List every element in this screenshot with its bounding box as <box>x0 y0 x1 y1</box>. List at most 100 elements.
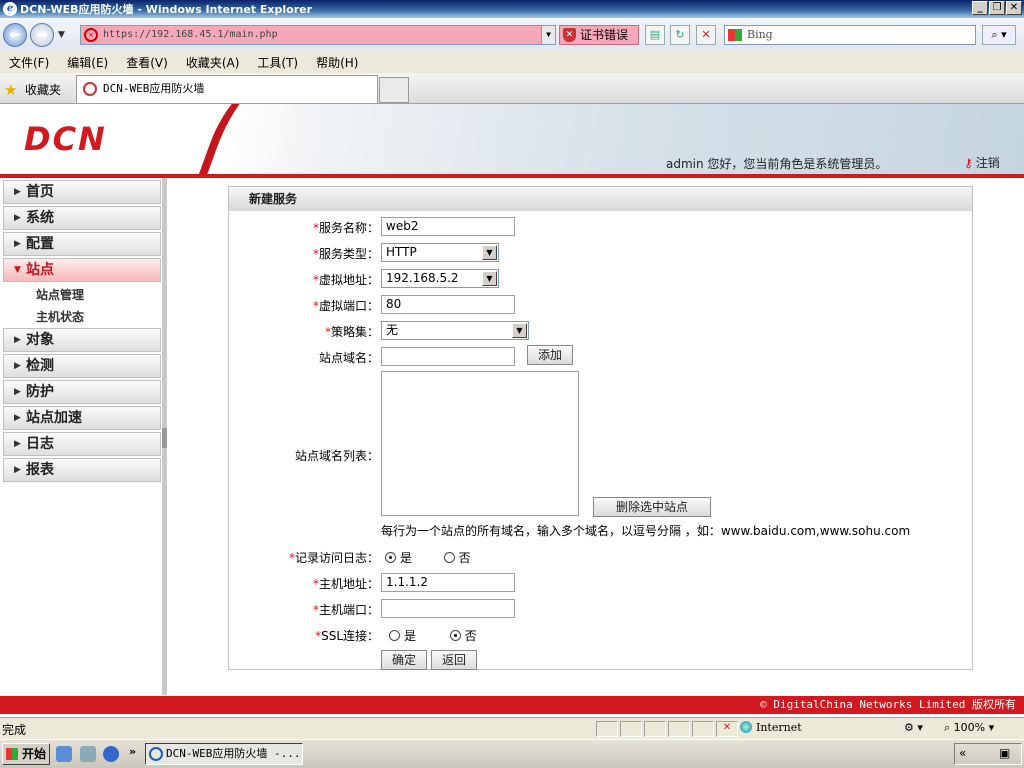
stop-icon[interactable]: ✕ <box>696 25 716 45</box>
ssl-yes-radio[interactable] <box>389 630 400 641</box>
menu-tools[interactable]: 工具(T) <box>248 54 307 71</box>
access-log-radio-group: 是 否 <box>385 549 471 566</box>
sidebar-item-object[interactable]: ▶ 对象 <box>3 328 161 352</box>
tray-network-icon[interactable]: ▣ <box>999 746 1010 760</box>
domain-list-label: 站点域名列表： <box>294 449 379 463</box>
zoom-level[interactable]: ⌕ 100% ▾ <box>944 721 994 735</box>
tab-favicon <box>83 82 97 96</box>
status-bar: 完成 ✕ Internet ⚙ ▾ ⌕ 100% ▾ <box>0 717 1024 739</box>
cert-error-button[interactable]: ✕ 证书错误 <box>559 25 639 45</box>
chevron-right-icon: ▶ <box>14 335 21 345</box>
delete-selected-site-button[interactable]: 删除选中站点 <box>593 497 711 517</box>
policy-set-select[interactable]: 无 ▼ <box>381 321 529 340</box>
sidebar-item-protection[interactable]: ▶ 防护 <box>3 380 161 404</box>
history-dropdown-icon[interactable]: ▼ <box>58 30 65 40</box>
refresh-icon[interactable]: ↻ <box>670 25 690 45</box>
quicklaunch-desktop-icon[interactable] <box>80 746 96 762</box>
favorites-button[interactable]: 收藏夹 <box>25 81 61 98</box>
chevron-right-icon: ▶ <box>14 187 21 197</box>
menu-help[interactable]: 帮助(H) <box>307 54 367 71</box>
sidebar-splitter[interactable] <box>162 178 167 695</box>
search-input[interactable]: Bing <box>724 25 976 45</box>
splitter-grip[interactable] <box>162 428 167 448</box>
chevron-right-icon: ▶ <box>14 387 21 397</box>
virtual-port-input[interactable]: 80 <box>381 295 515 314</box>
host-ip-label: *主机地址： <box>312 577 379 591</box>
host-port-input[interactable] <box>381 599 515 618</box>
status-pane <box>644 721 666 737</box>
protected-mode-icon[interactable]: ⚙ ▾ <box>904 721 923 734</box>
sidebar-item-acceleration[interactable]: ▶ 站点加速 <box>3 406 161 430</box>
sidebar-item-label: 首页 <box>26 184 54 200</box>
chevron-down-icon: ▼ <box>512 323 527 338</box>
ssl-no-radio[interactable] <box>449 630 461 641</box>
access-log-no-radio[interactable] <box>443 552 455 563</box>
host-ip-input[interactable]: 1.1.1.2 <box>381 573 515 592</box>
sidebar-subitem-site-management[interactable]: 站点管理 <box>3 284 161 306</box>
domain-input[interactable] <box>381 347 515 366</box>
quicklaunch-media-icon[interactable] <box>103 746 119 762</box>
sidebar-subitem-host-status[interactable]: 主机状态 <box>3 306 161 328</box>
compatibility-view-icon[interactable]: ▤ <box>645 25 665 45</box>
sidebar-item-report[interactable]: ▶ 报表 <box>3 458 161 482</box>
ssl-label: *SSL连接： <box>315 629 379 643</box>
domain-list-box[interactable] <box>381 371 579 516</box>
sidebar-item-detection[interactable]: ▶ 检测 <box>3 354 161 378</box>
menu-file[interactable]: 文件(F) <box>0 54 58 71</box>
sidebar-item-system[interactable]: ▶ 系统 <box>3 206 161 230</box>
chevron-right-icon: ▶ <box>14 413 21 423</box>
new-service-panel: 新建服务 *服务名称： web2 *服务类型： HTTP ▼ *虚拟地址： 192… <box>228 186 973 670</box>
chevron-down-icon: ▼ <box>14 265 21 275</box>
virtual-ip-label: *虚拟地址： <box>312 273 379 287</box>
sidebar-item-log[interactable]: ▶ 日志 <box>3 432 161 456</box>
add-domain-button[interactable]: 添加 <box>527 345 573 365</box>
sidebar-item-label: 检测 <box>26 358 54 374</box>
browser-tab[interactable]: DCN-WEB应用防火墙 <box>76 75 378 103</box>
quicklaunch-ie-icon[interactable] <box>56 746 72 762</box>
service-name-input[interactable]: web2 <box>381 217 515 236</box>
security-zone: Internet <box>740 721 802 734</box>
menu-edit[interactable]: 编辑(E) <box>58 54 117 71</box>
virtual-ip-select[interactable]: 192.168.5.2 ▼ <box>381 269 499 288</box>
chevron-right-icon: ▶ <box>14 465 21 475</box>
access-log-yes-label: 是 <box>400 551 413 565</box>
tray-collapse-icon[interactable]: « <box>959 746 966 760</box>
ok-button[interactable]: 确定 <box>381 650 427 670</box>
address-bar[interactable]: ✕ https://192.168.45.1/main.php ▼ <box>80 25 556 45</box>
new-tab-button[interactable] <box>379 77 409 103</box>
sidebar-item-home[interactable]: ▶ 首页 <box>3 180 161 204</box>
sidebar-item-label: 站点 <box>26 262 54 278</box>
chevron-down-icon: ▼ <box>482 245 497 260</box>
favorites-star-icon[interactable]: ★ <box>4 81 17 99</box>
minimize-button[interactable]: _ <box>972 1 988 15</box>
restore-button[interactable]: ❐ <box>989 1 1005 15</box>
virtual-port-label: *虚拟端口： <box>312 299 379 313</box>
access-log-yes-radio[interactable] <box>385 552 396 563</box>
address-url: https://192.168.45.1/main.php <box>103 29 278 40</box>
ssl-no-label: 否 <box>464 629 477 643</box>
address-dropdown-icon[interactable]: ▼ <box>541 26 555 44</box>
menu-favorites[interactable]: 收藏夹(A) <box>177 54 249 71</box>
policy-set-value: 无 <box>386 323 399 337</box>
menu-view[interactable]: 查看(V) <box>117 54 177 71</box>
sidebar-item-config[interactable]: ▶ 配置 <box>3 232 161 256</box>
search-button[interactable]: ⌕ ▾ <box>982 25 1016 45</box>
chevron-right-icon: ▶ <box>14 439 21 449</box>
service-type-select[interactable]: HTTP ▼ <box>381 243 499 262</box>
close-window-button[interactable]: ✕ <box>1006 1 1022 15</box>
taskbar-ie-window[interactable]: DCN-WEB应用防火墙 -... <box>145 743 303 765</box>
back-to-list-button[interactable]: 返回 <box>431 650 477 670</box>
globe-icon <box>740 721 752 733</box>
sidebar-item-site[interactable]: ▼ 站点 <box>3 258 161 282</box>
ie-icon <box>149 747 163 761</box>
logout-link[interactable]: ⚷ 注销 <box>964 154 1000 171</box>
blocked-content-icon[interactable]: ✕ <box>716 721 738 737</box>
cert-error-label: 证书错误 <box>580 28 629 42</box>
back-button[interactable]: ← <box>3 23 27 47</box>
chevron-right-icon: ▶ <box>14 213 21 223</box>
quicklaunch-more-icon[interactable]: » <box>129 745 136 758</box>
forward-button[interactable]: → <box>30 23 54 47</box>
start-button[interactable]: 开始 <box>2 743 50 765</box>
header-banner: DCN admin 您好，您当前角色是系统管理员。 ⚷ 注销 <box>0 104 1024 174</box>
policy-set-label: *策略集： <box>324 325 379 339</box>
